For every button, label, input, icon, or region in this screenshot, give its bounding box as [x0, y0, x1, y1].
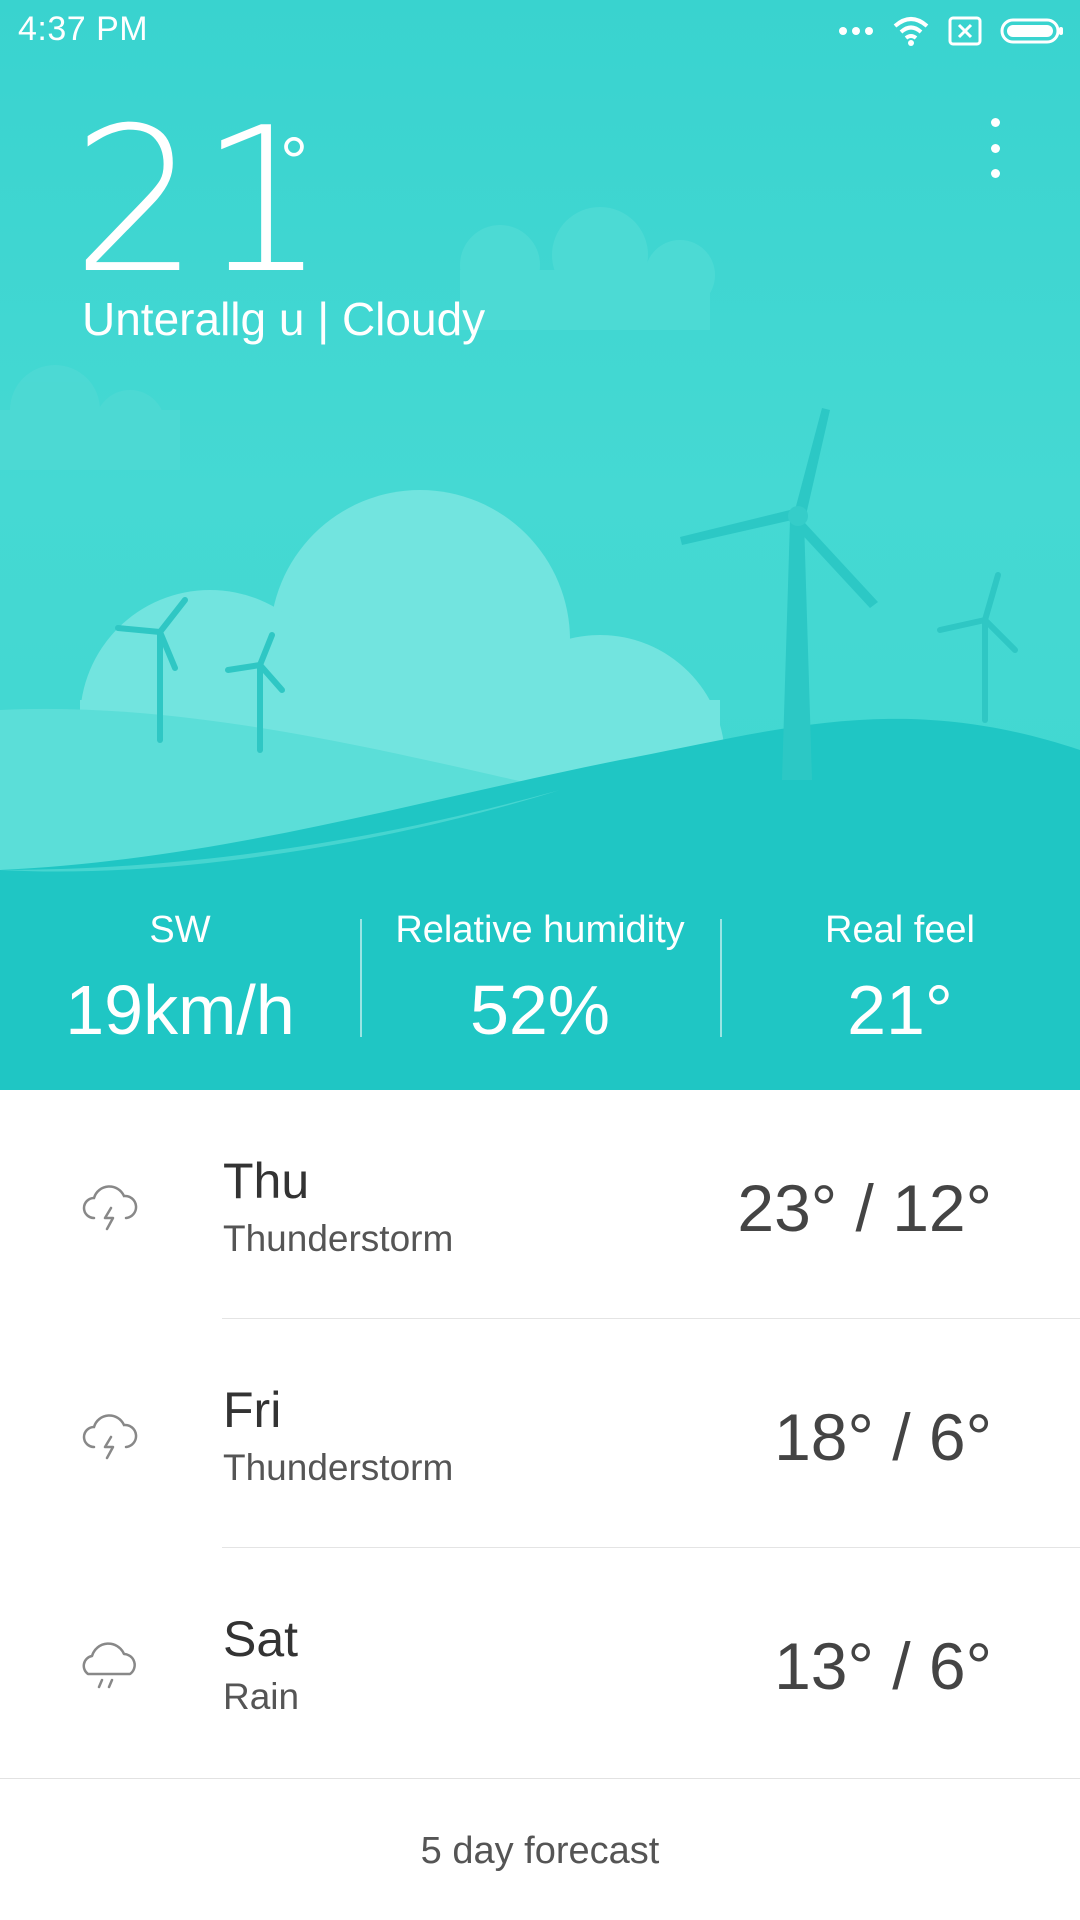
stat-label: Relative humidity [395, 909, 685, 951]
forecast-day: Fri [223, 1382, 282, 1438]
forecast-day: Thu [223, 1153, 310, 1209]
sim-off-icon [948, 16, 982, 46]
rain-icon [82, 1642, 136, 1689]
five-day-forecast-button[interactable]: 5 day forecast [0, 1830, 1080, 1873]
forecast-temps: 18° / 6° [774, 1400, 992, 1474]
forecast-list: Thu Thunderstorm 23° / 12° Fri Thunderst… [0, 1090, 1080, 1920]
location-condition[interactable]: Unterallg u | Cloudy [82, 292, 485, 346]
more-dots-icon [839, 27, 873, 35]
forecast-row-sat[interactable]: Sat Rain 13° / 6° [0, 1548, 1080, 1776]
stat-value: 52% [469, 971, 611, 1049]
status-icons [838, 14, 1064, 48]
wifi-icon [893, 17, 929, 46]
forecast-temps: 13° / 6° [774, 1629, 992, 1703]
forecast-condition: Thunderstorm [223, 1218, 454, 1259]
stat-value: 19km/h [65, 971, 295, 1049]
humidity-stat: Relative humidity 52% [360, 905, 720, 1055]
forecast-temps: 23° / 12° [737, 1171, 992, 1245]
more-vertical-icon[interactable] [975, 118, 1015, 178]
forecast-condition: Thunderstorm [223, 1447, 454, 1488]
forecast-row-fri[interactable]: Fri Thunderstorm 18° / 6° [0, 1319, 1080, 1547]
battery-icon [1000, 18, 1063, 44]
wind-stat: SW 19km/h [0, 905, 360, 1055]
footer-divider [0, 1778, 1080, 1779]
thunderstorm-icon [82, 1414, 138, 1460]
real-feel-stat: Real feel 21° [720, 905, 1080, 1055]
status-time: 4:37 PM [18, 10, 149, 48]
hero-panel: 4:37 PM 21 ° Unterallg u | Cloudy SW 19k… [0, 0, 1080, 1090]
forecast-day: Sat [223, 1611, 299, 1667]
forecast-condition: Rain [223, 1676, 300, 1717]
weather-app: 4:37 PM 21 ° Unterallg u | Cloudy SW 19k… [0, 0, 1080, 1920]
status-bar: 4:37 PM [0, 0, 1080, 60]
degree-symbol: ° [280, 123, 308, 201]
stats-row: SW 19km/h Relative humidity 52% Real fee… [0, 905, 1080, 1055]
thunderstorm-icon [82, 1185, 138, 1231]
stat-label: SW [149, 909, 211, 951]
forecast-row-thu[interactable]: Thu Thunderstorm 23° / 12° [0, 1090, 1080, 1318]
stat-value: 21° [847, 971, 953, 1049]
stat-label: Real feel [825, 909, 975, 951]
